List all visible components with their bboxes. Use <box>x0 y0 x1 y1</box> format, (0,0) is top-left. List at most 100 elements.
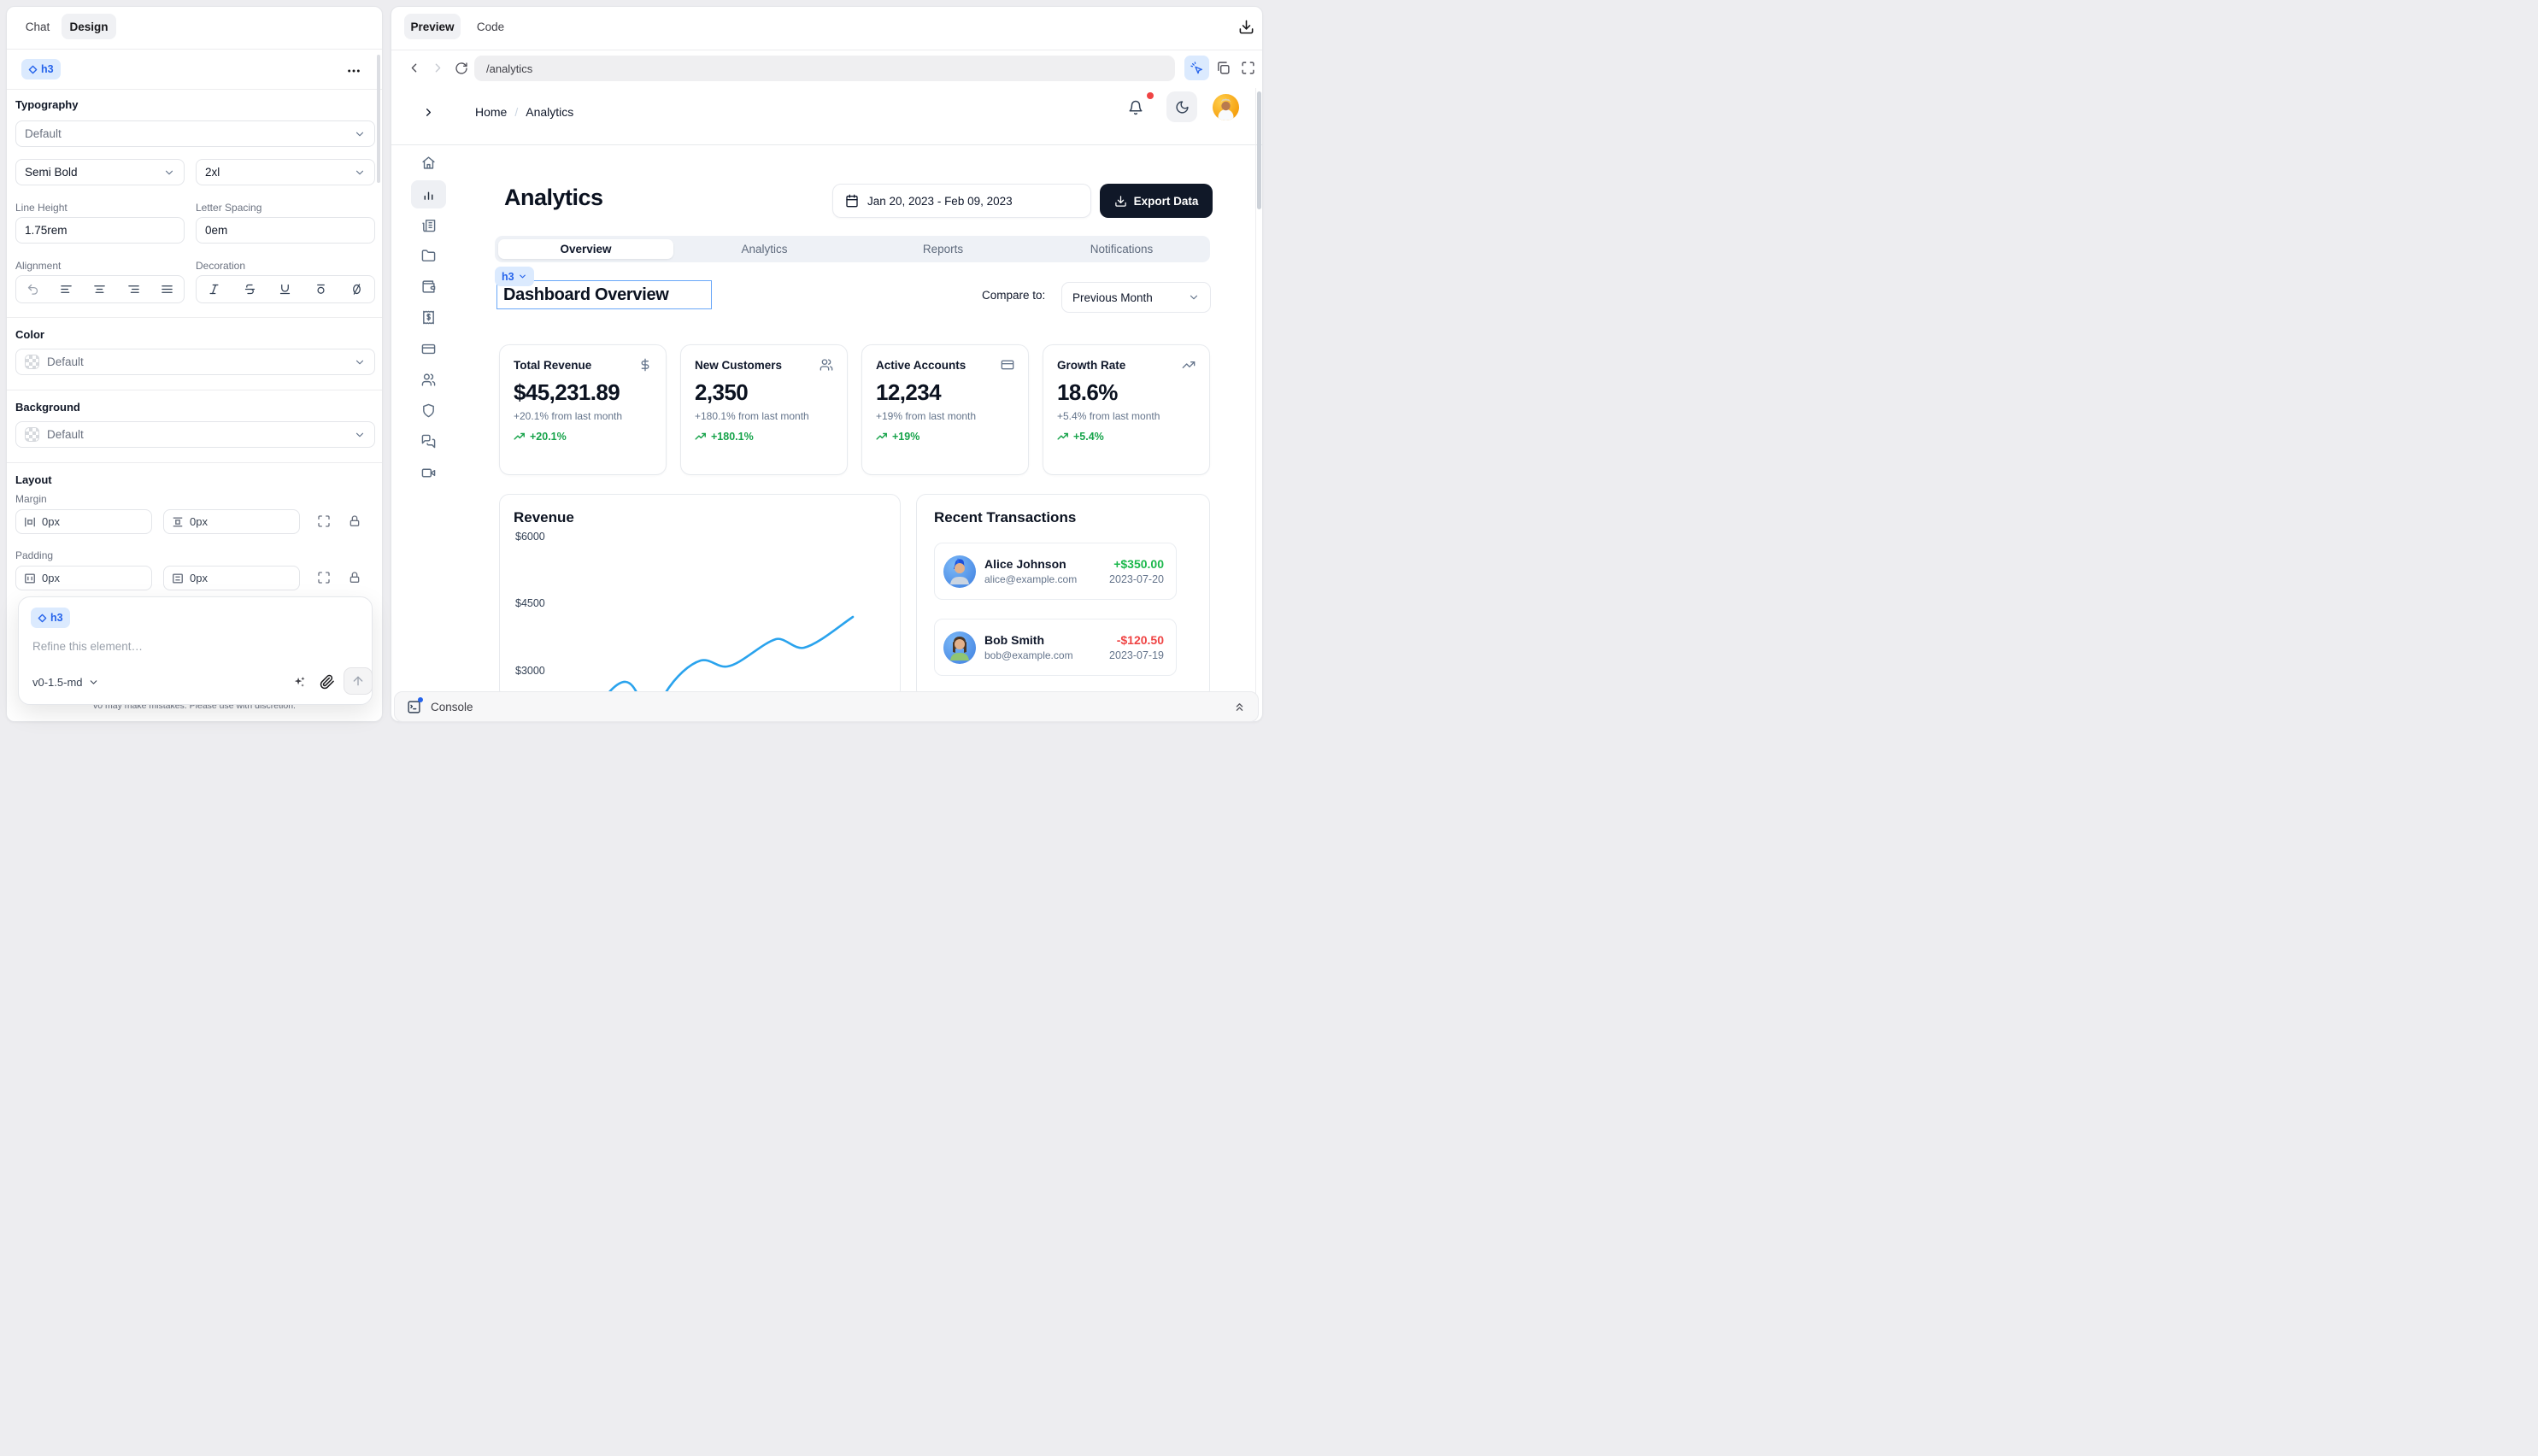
expand-margin-icon[interactable] <box>317 514 331 528</box>
selection-tag[interactable]: h3 <box>495 267 534 286</box>
transaction-row[interactable]: Bob Smith bob@example.com -$120.50 2023-… <box>934 619 1177 676</box>
font-size-select[interactable]: 2xl <box>196 159 375 185</box>
sidebar-item-cards[interactable] <box>411 335 446 363</box>
transactions-card: Recent Transactions Alice Johnson alice@… <box>916 494 1210 700</box>
sidebar-item-security[interactable] <box>411 396 446 425</box>
dark-mode-toggle[interactable] <box>1166 91 1197 122</box>
forward-icon[interactable] <box>431 61 445 75</box>
trend-up-icon <box>695 431 707 443</box>
padding-horizontal-icon <box>24 572 36 584</box>
bell-icon[interactable] <box>1128 100 1143 115</box>
breadcrumb-home[interactable]: Home <box>475 105 507 119</box>
newspaper-icon <box>421 218 436 232</box>
transaction-row[interactable]: Alice Johnson alice@example.com +$350.00… <box>934 543 1177 600</box>
sidebar-item-customers[interactable] <box>411 366 446 394</box>
font-weight-select[interactable]: Semi Bold <box>15 159 185 185</box>
chevron-down-icon <box>354 356 366 368</box>
trend-up-icon <box>514 431 526 443</box>
refine-prompt-card: h3 Refine this element… v0-1.5-md <box>18 596 373 705</box>
console-label: Console <box>431 701 473 713</box>
arrow-up-icon <box>351 674 365 688</box>
refresh-icon[interactable] <box>455 62 468 75</box>
selected-element-badge[interactable]: h3 <box>21 59 61 79</box>
transparent-swatch-icon <box>25 427 39 442</box>
tab-notifications[interactable]: Notifications <box>1034 239 1209 259</box>
underline-icon[interactable] <box>279 283 291 296</box>
submit-button[interactable] <box>344 667 373 695</box>
align-center-icon[interactable] <box>93 283 106 296</box>
sidebar-item-video[interactable] <box>411 459 446 487</box>
chevron-down-icon <box>518 272 527 281</box>
trend-up-icon <box>1057 431 1069 443</box>
tab-chat[interactable]: Chat <box>19 14 56 39</box>
tab-code[interactable]: Code <box>471 14 510 39</box>
typography-section-label: Typography <box>15 98 78 111</box>
user-avatar[interactable] <box>1213 94 1239 120</box>
margin-y-input[interactable]: 0px <box>163 509 300 534</box>
select-element-button[interactable] <box>1184 56 1209 80</box>
sidebar-item-wallet[interactable] <box>411 273 446 301</box>
align-left-icon[interactable] <box>60 283 73 296</box>
lock-margin-icon[interactable] <box>348 514 361 528</box>
sidebar-item-home[interactable] <box>411 149 446 177</box>
tab-preview[interactable]: Preview <box>404 14 461 39</box>
padding-y-input[interactable]: 0px <box>163 566 300 590</box>
tab-analytics[interactable]: Analytics <box>677 239 852 259</box>
italic-icon[interactable] <box>208 283 220 296</box>
breadcrumb: Home / Analytics <box>475 105 573 119</box>
sidebar-item-analytics[interactable] <box>411 180 446 208</box>
background-select[interactable]: Default <box>15 421 375 448</box>
back-icon[interactable] <box>407 61 421 75</box>
model-selector[interactable]: v0-1.5-md <box>32 676 99 689</box>
sidebar-item-news[interactable] <box>411 211 446 239</box>
overline-icon[interactable] <box>314 283 327 296</box>
lock-padding-icon[interactable] <box>348 571 361 584</box>
no-decoration-icon[interactable] <box>350 283 363 296</box>
preview-scrollbar[interactable] <box>1257 91 1261 209</box>
breadcrumb-separator: / <box>514 105 518 119</box>
stat-card-growth-rate: Growth Rate 18.6% +5.4% from last month … <box>1043 344 1210 475</box>
export-data-button[interactable]: Export Data <box>1100 184 1213 218</box>
diamond-icon <box>38 614 47 623</box>
credit-card-icon <box>1001 358 1014 372</box>
sparkles-icon[interactable] <box>292 675 307 690</box>
date-range-picker[interactable]: Jan 20, 2023 - Feb 09, 2023 <box>832 184 1091 218</box>
refine-input[interactable]: Refine this element… <box>32 640 143 653</box>
transparent-swatch-icon <box>25 355 39 369</box>
strikethrough-icon[interactable] <box>244 283 256 296</box>
letter-spacing-input[interactable]: 0em <box>196 217 375 244</box>
margin-x-input[interactable]: 0px <box>15 509 152 534</box>
line-height-input[interactable]: 1.75rem <box>15 217 185 244</box>
align-right-icon[interactable] <box>127 283 140 296</box>
scrollbar-track <box>1255 88 1256 720</box>
padding-x-input[interactable]: 0px <box>15 566 152 590</box>
dashboard-heading: Dashboard Overview <box>503 285 669 305</box>
expand-padding-icon[interactable] <box>317 571 331 584</box>
tab-design[interactable]: Design <box>62 14 116 39</box>
console-badge-dot <box>418 697 423 702</box>
sidebar-toggle-icon[interactable] <box>422 106 435 119</box>
sidebar-item-messages[interactable] <box>411 427 446 455</box>
download-icon[interactable] <box>1238 19 1254 35</box>
download-icon <box>1114 195 1127 208</box>
paperclip-icon[interactable] <box>320 674 335 690</box>
sidebar-item-files[interactable] <box>411 242 446 270</box>
copy-icon[interactable] <box>1216 61 1231 75</box>
tab-reports[interactable]: Reports <box>855 239 1031 259</box>
color-select[interactable]: Default <box>15 349 375 375</box>
align-justify-icon[interactable] <box>161 283 173 296</box>
chevron-down-icon <box>1188 291 1200 303</box>
tab-overview[interactable]: Overview <box>498 239 673 259</box>
wallet-icon <box>421 279 436 294</box>
console-bar[interactable]: Console <box>394 691 1259 722</box>
url-bar[interactable]: /analytics <box>474 56 1175 81</box>
ellipsis-menu-icon[interactable] <box>347 64 361 78</box>
font-family-select[interactable]: Default <box>15 120 375 147</box>
fullscreen-icon[interactable] <box>1241 61 1255 75</box>
compare-select[interactable]: Previous Month <box>1061 282 1211 313</box>
refine-element-badge[interactable]: h3 <box>31 608 70 628</box>
undo-icon[interactable] <box>26 283 39 296</box>
sidebar-item-billing[interactable] <box>411 303 446 332</box>
left-panel-scrollbar[interactable] <box>377 55 380 183</box>
chevrons-up-icon[interactable] <box>1233 701 1246 713</box>
